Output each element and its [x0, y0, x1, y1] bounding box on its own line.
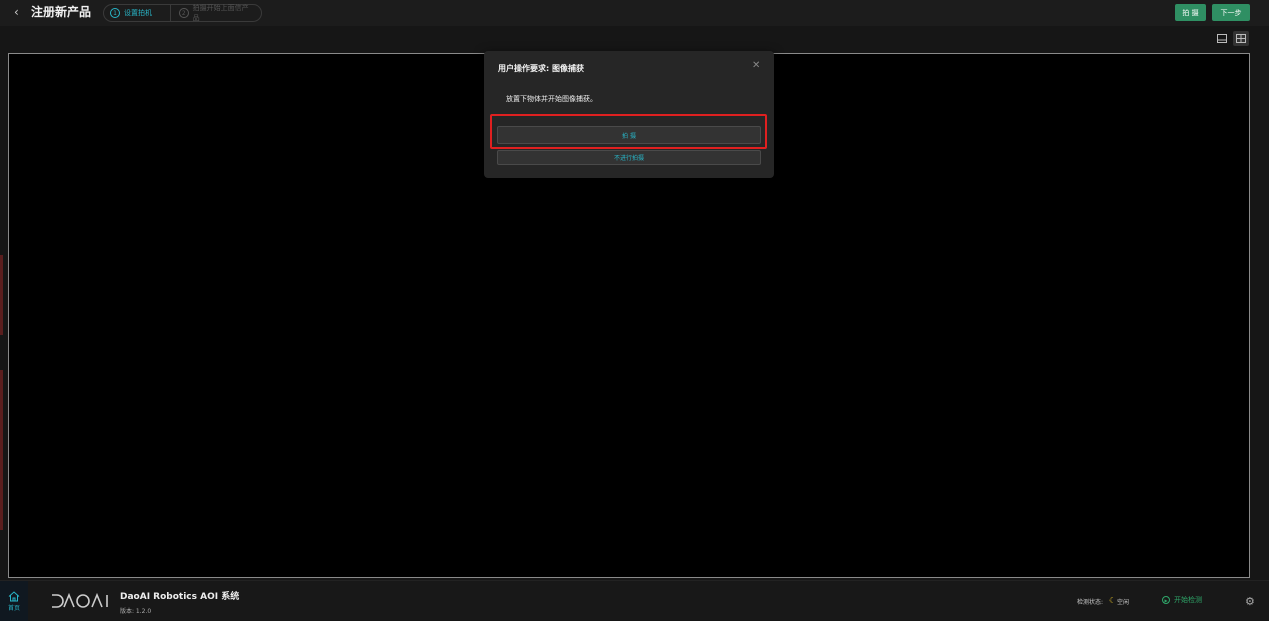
capture-button[interactable]: 拍 摄: [1175, 4, 1206, 21]
top-bar: ‹ 注册新产品 1 设置拍机 2 拍摄开始上面信产品 拍 摄 下一步: [0, 0, 1269, 26]
status-label: 检测状态:: [1077, 599, 1104, 606]
start-detection-label: 开始检测: [1174, 596, 1202, 604]
step-indicator: 1 设置拍机 2 拍摄开始上面信产品: [103, 4, 262, 22]
close-icon[interactable]: ✕: [752, 60, 760, 71]
home-label: 首页: [7, 604, 20, 612]
dialog-title: 用户操作要求: 图像捕获: [498, 64, 584, 73]
step-1-number: 1: [110, 8, 120, 18]
step-1-label: 设置拍机: [124, 9, 152, 17]
page-title: 注册新产品: [31, 5, 92, 19]
step-2-label: 拍摄开始上面信产品: [192, 4, 249, 22]
view-toggle: [1214, 31, 1249, 46]
status-value: 空闲: [1117, 599, 1130, 606]
gear-icon[interactable]: ⚙: [1245, 595, 1255, 608]
footer-bar: 首页 DaoAI Robotics AOI 系统 版本: 1.2.0 检测状态:…: [0, 580, 1269, 621]
next-step-button[interactable]: 下一步: [1212, 4, 1250, 21]
dialog-message: 放置下物体并开始图像捕获。: [506, 95, 597, 103]
edge-marker: [0, 255, 3, 335]
start-detection-button[interactable]: ▶ 开始检测: [1162, 595, 1202, 605]
dialog-skip-button[interactable]: 不进行拍摄: [497, 150, 761, 165]
step-2[interactable]: 2 拍摄开始上面信产品: [170, 4, 262, 22]
capture-highlight-box: [490, 114, 767, 149]
step-2-number: 2: [179, 8, 189, 18]
step-1[interactable]: 1 设置拍机: [103, 4, 171, 22]
chevron-left-icon[interactable]: ‹: [14, 5, 28, 19]
home-button[interactable]: 首页: [0, 581, 28, 621]
single-view-icon[interactable]: [1214, 31, 1230, 46]
daoai-logo: [52, 592, 108, 608]
app-name: DaoAI Robotics AOI 系统: [120, 592, 240, 602]
play-icon: ▶: [1162, 596, 1170, 604]
version-text: 版本: 1.2.0: [120, 608, 152, 615]
edge-marker: [0, 370, 3, 530]
moon-icon: ☾: [1109, 596, 1117, 605]
grid-view-icon[interactable]: [1233, 31, 1249, 46]
home-icon: [8, 590, 20, 601]
